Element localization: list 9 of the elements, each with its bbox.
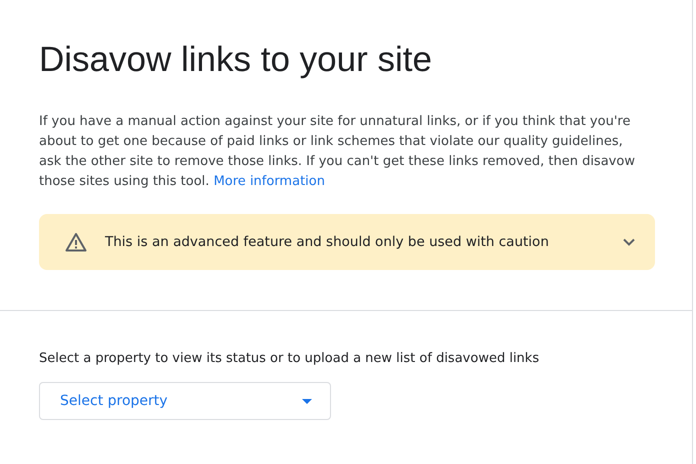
property-label: Select a property to view its status or to upload a new list of disavowed links <box>39 351 540 366</box>
chevron-icon[interactable] <box>623 238 635 246</box>
warning-text: This is an advanced feature and should only be used with caution <box>105 234 550 250</box>
property-select[interactable]: Select property <box>39 382 331 420</box>
warning-icon <box>65 232 87 252</box>
page-title: Disavow links to your site <box>39 39 433 81</box>
more-information-link[interactable]: More information <box>214 174 325 189</box>
intro-paragraph: If you have a manual action against your site for unnatural links, or if you think that you're about to get one because of paid links or link schemes that violate our quality guidelines, ask the other site to remove those links. If you can't get these links removed, then disavow those sites using this tool. More information <box>39 113 636 191</box>
dropdown-caret-icon <box>302 398 312 404</box>
